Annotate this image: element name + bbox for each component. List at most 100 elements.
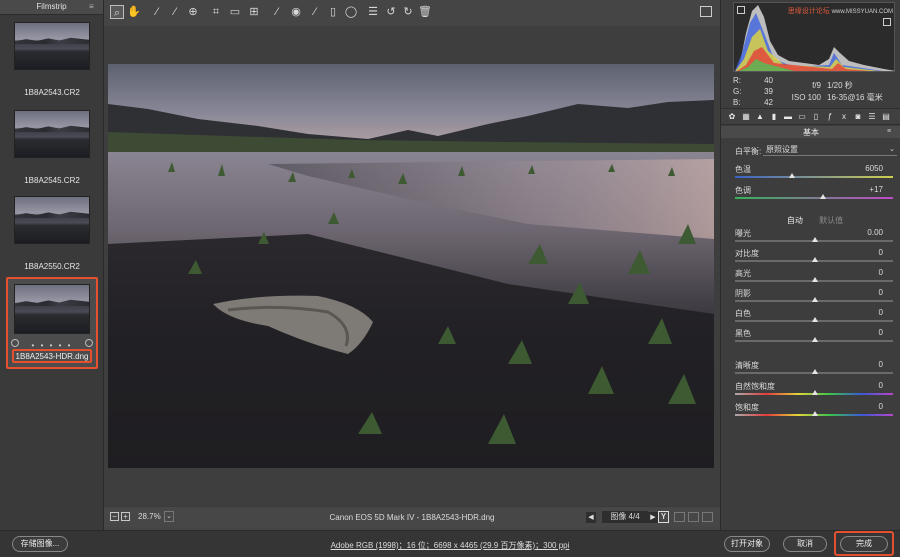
slider-highlights[interactable]: 高光 0 [733,268,897,286]
default-link[interactable]: 默认值 [819,216,843,225]
trash-icon[interactable]: 🗑 [418,5,432,19]
filmstrip-item[interactable]: 1B8A2545.CR2 [6,110,98,188]
toggle-settings-icon[interactable] [702,512,713,522]
filmstrip-item[interactable]: 1B8A2543.CR2 [6,22,98,100]
next-image-button[interactable]: ▶ [648,512,658,523]
red-eye-icon[interactable]: ◉ [289,5,303,19]
tab-hsl-icon[interactable]: ▮ [769,112,779,122]
slider-thumb[interactable] [820,194,827,199]
panel-menu-icon[interactable]: ≡ [887,128,895,135]
highlight-clipping-toggle[interactable] [883,18,891,26]
auto-link[interactable]: 自动 [787,216,803,225]
before-after-toggle[interactable]: Y [658,511,669,523]
color-sampler-icon[interactable]: ⁄ [168,5,182,19]
slider-thumb[interactable] [812,277,818,282]
slider-thumb[interactable] [789,173,796,178]
slider-track[interactable] [735,197,893,199]
slider-value[interactable]: +17 [869,185,883,194]
histogram: 思缘设计论坛 www.MISSYUAN.COM [733,2,895,72]
crop-icon[interactable]: ⌗ [209,5,223,19]
thumbnail-label: 1B8A2543.CR2 [24,88,80,97]
zoom-icon[interactable]: ⌕ [110,5,124,19]
slider-contrast[interactable]: 对比度 0 [733,248,897,266]
thumbnail-image[interactable] [14,196,90,244]
adjustment-brush-icon[interactable]: ⁄ [308,5,322,19]
slider-vibrance[interactable]: 自然饱和度 0 [733,381,897,399]
tab-basic-icon[interactable]: ✿ [727,112,737,122]
thumbnail-image[interactable] [14,110,90,158]
shadow-clipping-toggle[interactable] [737,6,745,14]
slider-value[interactable]: 0 [879,381,883,390]
slider-value[interactable]: 0 [879,360,883,369]
slider-label: 饱和度 [735,403,759,412]
slider-value[interactable]: 0 [879,268,883,277]
filmstrip-item-selected[interactable]: • • • • • 1B8A2543-HDR.dng [6,277,98,369]
slider-value[interactable]: 0 [879,308,883,317]
slider-label: 曝光 [735,229,751,238]
edited-icon [85,339,93,347]
g-label: G: [733,87,742,96]
tab-detail-icon[interactable]: ▲ [755,112,765,122]
hand-icon[interactable]: ✋ [127,5,141,19]
slider-shadows[interactable]: 阴影 0 [733,288,897,306]
slider-value[interactable]: 0 [879,402,883,411]
slider-value[interactable]: 6050 [865,164,883,173]
tab-presets-icon[interactable]: ☰ [867,112,877,122]
spot-removal-icon[interactable]: ⁄ [270,5,284,19]
fullscreen-icon[interactable] [700,6,712,17]
rotate-right-icon[interactable]: ↻ [401,5,415,19]
slider-whites[interactable]: 白色 0 [733,308,897,326]
filmstrip-item[interactable]: 1B8A2550.CR2 [6,196,98,274]
filmstrip-menu-icon[interactable]: ≡ [89,3,98,11]
slider-saturation[interactable]: 饱和度 0 [733,402,897,420]
radial-filter-icon[interactable]: ◯ [344,5,358,19]
slider-thumb[interactable] [812,369,818,374]
tool-bar: ⌕ ✋ ⁄ ⁄ ⊕ ⌗ ▭ ⊞ ⁄ ◉ ⁄ ▯ ◯ ☰ ↺ ↻ 🗑 [104,0,720,26]
presets-list-icon[interactable]: ☰ [366,5,380,19]
straighten-icon[interactable]: ▭ [228,5,242,19]
copy-settings-icon[interactable] [688,512,699,522]
slider-thumb[interactable] [812,411,818,416]
tab-split-toning-icon[interactable]: ▬ [783,112,793,122]
slider-thumb[interactable] [812,390,818,395]
transform-icon[interactable]: ⊞ [247,5,261,19]
slider-exposure[interactable]: 曝光 0.00 [733,228,897,246]
slider-clarity[interactable]: 清晰度 0 [733,360,897,378]
slider-label: 对比度 [735,249,759,258]
slider-temperature[interactable]: 色温 6050 [733,164,897,182]
tab-calibration-icon[interactable]: x [839,112,849,122]
white-balance-icon[interactable]: ⁄ [150,5,164,19]
cancel-button[interactable]: 取消 [783,536,827,552]
slider-value[interactable]: 0.00 [867,228,883,237]
previous-image-button[interactable]: ◀ [586,512,596,523]
g-value: 39 [764,87,773,96]
slider-track[interactable] [735,176,893,178]
slider-value[interactable]: 0 [879,288,883,297]
tab-effects-icon[interactable]: ƒ [825,112,835,122]
tab-lens-icon[interactable]: ▭ [797,112,807,122]
open-object-button[interactable]: 打开对象 [724,536,770,552]
graduated-filter-icon[interactable]: ▯ [326,5,340,19]
slider-value[interactable]: 0 [879,248,883,257]
swap-settings-icon[interactable] [674,512,685,522]
slider-value[interactable]: 0 [879,328,883,337]
tab-snapshots-icon[interactable]: ▤ [881,112,891,122]
slider-thumb[interactable] [812,337,818,342]
slider-thumb[interactable] [812,257,818,262]
rotate-left-icon[interactable]: ↺ [384,5,398,19]
thumbnail-image[interactable] [14,22,90,70]
slider-blacks[interactable]: 黑色 0 [733,328,897,346]
tab-camera-icon[interactable]: ◙ [853,112,863,122]
tab-transform-icon[interactable]: ▯ [811,112,821,122]
slider-thumb[interactable] [812,237,818,242]
thumbnail-image[interactable] [14,284,90,334]
tab-tone-curve-icon[interactable]: ▦ [741,112,751,122]
preview-image[interactable] [108,64,714,468]
slider-tint[interactable]: 色调 +17 [733,185,897,203]
white-balance-label: 白平衡: [735,147,762,156]
filmstrip-header: Filmstrip ≡ [0,0,103,15]
slider-thumb[interactable] [812,317,818,322]
targeted-adjust-icon[interactable]: ⊕ [186,5,200,19]
slider-thumb[interactable] [812,297,818,302]
white-balance-select[interactable]: 原照设置 ⌄ [763,145,897,156]
